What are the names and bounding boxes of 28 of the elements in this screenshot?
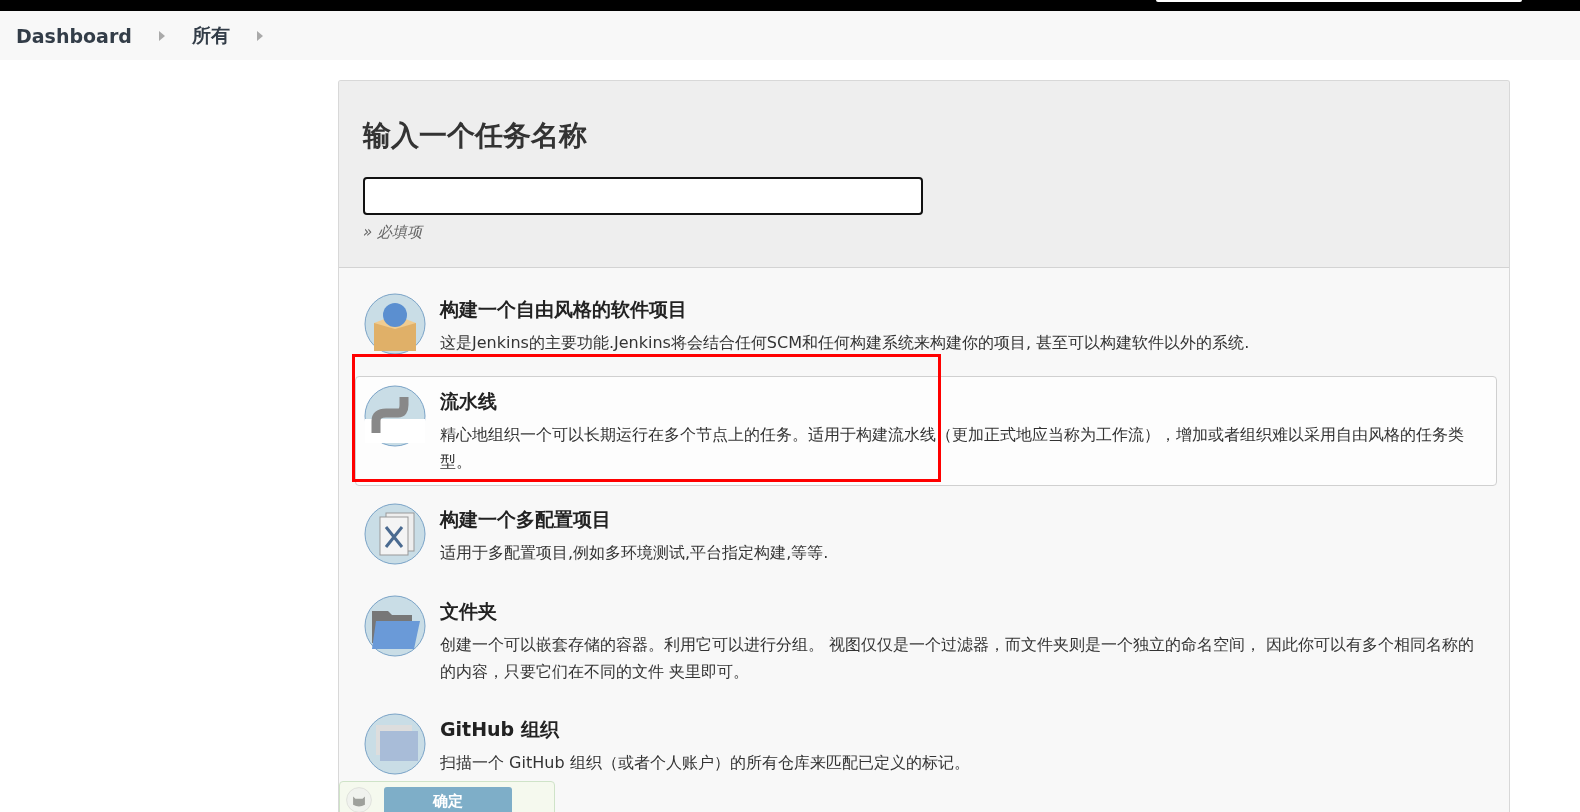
job-type-description: 精心地组织一个可以长期运行在多个节点上的任务。适用于构建流水线（更加正式地应当称为工作流），增加或者组织难以采用自由风格的任务类型。 — [440, 424, 1465, 473]
required-hint: » 必填项 — [363, 223, 425, 242]
job-type-description: 适用于多配置项目,例如多环境测试,平台指定构建,等等. — [440, 542, 829, 564]
job-type-item[interactable]: 流水线 精心地组织一个可以长期运行在多个节点上的任务。适用于构建流水线（更加正式地应当称为工作流），增加或者组织难以采用自由风格的任务类型。 — [355, 376, 1497, 486]
job-type-item[interactable]: 构建一个多配置项目 适用于多配置项目,例如多环境测试,平台指定构建,等等. — [355, 494, 1497, 578]
breadcrumb-link[interactable]: 所有 — [191, 22, 230, 49]
job-type-description: 创建一个可以嵌套存储的容器。利用它可以进行分组。 视图仅仅是一个过滤器，而文件夹则是一个独立的命名空间， 因此你可以有多个相同名称的的内容，只要它们在不同的文件 夹里即可。 — [440, 634, 1476, 683]
chevron-icon[interactable] — [255, 30, 264, 41]
name-input-field[interactable] — [363, 177, 923, 215]
job-type-item[interactable]: 文件夹 创建一个可以嵌套存储的容器。利用它可以进行分组。 视图仅仅是一个过滤器，而文件夹则是一个独立的命名空间， 因此你可以有多个相同名称的的内容，只要它们在不同的文件 夹里即可。 — [355, 586, 1497, 696]
job-type-title: 构建一个多配置项目 — [440, 507, 612, 532]
job-type-description: 这是Jenkins的主要功能.Jenkins将会结合任何SCM和任何构建系统来构建你的项目, 甚至可以构建软件以外的系统. — [440, 332, 1250, 354]
documents-icon — [364, 503, 426, 565]
job-type-title: 构建一个自由风格的软件项目 — [440, 297, 688, 322]
box-icon — [364, 293, 426, 355]
job-type-item[interactable]: 构建一个自由风格的软件项目 这是Jenkins的主要功能.Jenkins将会结合任何SCM和任何构建系统来构建你的项目, 甚至可以构建软件以外的系统. — [355, 284, 1497, 368]
chevron-icon[interactable] — [157, 30, 166, 41]
job-type-description: 扫描一个 GitHub 组织（或者个人账户）的所有仓库来匹配已定义的标记。 — [440, 752, 970, 774]
job-type-title: 文件夹 — [440, 599, 498, 624]
folder-icon — [364, 595, 426, 657]
job-type-item[interactable]: GitHub 组织 扫描一个 GitHub 组织（或者个人账户）的所有仓库来匹配已定义的标记。 — [355, 704, 1497, 788]
breadcrumb-link[interactable]: Dashboard — [16, 24, 132, 47]
form-title: 输入一个任务名称 — [363, 118, 588, 154]
job-type-title: GitHub 组织 — [440, 717, 561, 742]
cat-icon — [346, 787, 372, 812]
folders-icon — [364, 713, 426, 775]
job-type-title: 流水线 — [440, 389, 498, 414]
pipe-icon — [364, 385, 426, 447]
